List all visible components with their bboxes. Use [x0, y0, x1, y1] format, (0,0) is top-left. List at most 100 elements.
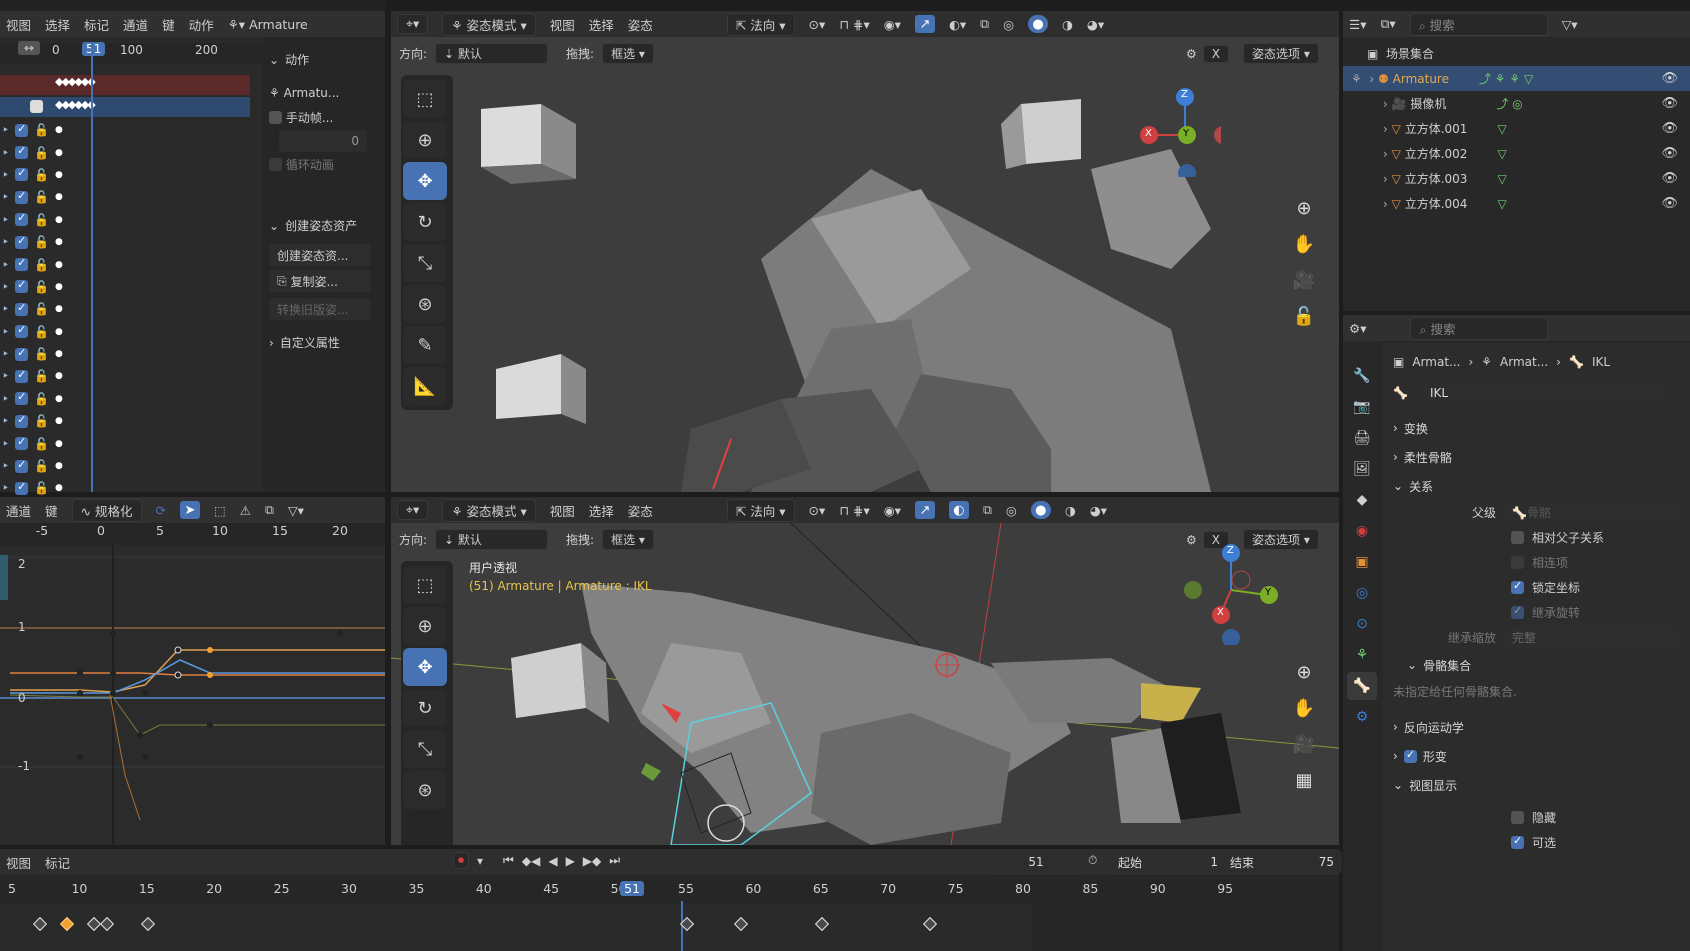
transform-tool[interactable]: ⊛ — [403, 771, 447, 809]
lock-icon[interactable]: 🔓 — [34, 258, 49, 272]
clock-icon[interactable]: ⏱ — [1088, 853, 1097, 868]
mirror-x-button[interactable]: X — [1202, 44, 1229, 63]
expand-icon[interactable]: › — [1383, 122, 1388, 136]
filter-icon[interactable]: ▽▾ — [288, 503, 304, 518]
lock-icon[interactable]: 🔓 — [34, 302, 49, 316]
shading-solid-icon[interactable]: ● — [1030, 501, 1051, 519]
lock-icon[interactable]: 🔓 — [34, 325, 49, 339]
range-toggle-icon[interactable]: ↔ — [18, 41, 41, 55]
lock-icon[interactable]: 🔓 — [1289, 301, 1319, 331]
current-frame-indicator[interactable]: 51 — [82, 42, 106, 56]
lock-icon[interactable]: 🔓 — [34, 190, 49, 204]
keyframe-dot-icon[interactable]: ● — [55, 304, 63, 314]
channel-row[interactable]: ‣🔓● — [0, 365, 250, 387]
orientation-selector[interactable]: ⇱ 法向 ▾ — [726, 12, 795, 36]
channel-checkbox[interactable] — [15, 323, 29, 339]
local-location-checkbox[interactable] — [1511, 579, 1524, 594]
channel-row[interactable]: ‣🔓● — [0, 432, 250, 454]
snap-icon[interactable]: ⊓ ⋕▾ — [839, 17, 869, 32]
outliner-item-cube[interactable]: › ▽ 立方体.002 ▽ 👁 — [1343, 141, 1690, 166]
action-section-header[interactable]: ⌄ 动作 — [269, 47, 384, 72]
scene-tab-icon[interactable]: ◆ — [1347, 486, 1377, 514]
editor-type-selector[interactable]: ⌖▾ — [397, 500, 429, 520]
channel-checkbox[interactable] — [15, 458, 29, 473]
select-box-tool[interactable]: ⬚ — [403, 566, 447, 604]
keyframe-dot-icon[interactable]: ● — [55, 349, 63, 359]
expand-icon[interactable]: › — [1383, 197, 1388, 211]
outliner-item-cube[interactable]: › ▽ 立方体.004 ▽ 👁 — [1343, 191, 1690, 216]
pose-asset-header[interactable]: ⌄ 创建姿态资产 — [269, 213, 384, 238]
current-frame-field[interactable]: 51 — [990, 851, 1082, 873]
outliner-item-camera[interactable]: › 🎥 摄像机 ⤴ ◎ 👁 — [1343, 91, 1690, 116]
snap-icon[interactable]: ⊓ ⋕▾ — [839, 503, 869, 518]
channel-row[interactable]: ‣🔓● — [0, 321, 250, 343]
play-reverse-icon[interactable]: ◀ — [548, 854, 557, 868]
shading-render-icon[interactable]: ◕▾ — [1087, 17, 1104, 32]
grid-icon[interactable]: ▦ — [1289, 765, 1319, 795]
selectable-toggle[interactable]: 可选 — [1383, 830, 1690, 855]
lock-icon[interactable]: 🔓 — [34, 123, 49, 137]
view-layer-tab-icon[interactable]: 🖼 — [1347, 455, 1377, 483]
action-armature-field[interactable]: ⚘ Armatu... — [269, 80, 384, 105]
select-box-tool[interactable]: ⬚ — [403, 80, 447, 118]
jump-end-icon[interactable]: ⏭ — [609, 853, 620, 868]
keyframe-dot-icon[interactable]: ● — [55, 461, 63, 471]
channel-row[interactable]: ‣🔓● — [0, 186, 250, 208]
display-mode-icon[interactable]: ☰▾ — [1349, 17, 1366, 32]
move-tool[interactable]: ✥ — [403, 648, 447, 686]
visibility-eye-icon[interactable]: 👁 — [1661, 71, 1678, 86]
channel-checkbox[interactable] — [15, 122, 29, 137]
properties-search-input[interactable]: ⌕ 搜索 — [1410, 316, 1549, 340]
manual-frame-value[interactable]: 0 — [279, 130, 367, 152]
auto-normalize-icon[interactable]: ⟳ — [156, 503, 166, 518]
outliner-item-cube[interactable]: › ▽ 立方体.001 ▽ 👁 — [1343, 116, 1690, 141]
copy-pose-button[interactable]: ⎘ 复制姿... — [269, 270, 371, 292]
channel-checkbox[interactable] — [15, 278, 29, 294]
channel-checkbox[interactable] — [15, 189, 29, 204]
timeline-current-frame[interactable]: 51 — [620, 881, 645, 896]
lock-icon[interactable]: 🔓 — [34, 414, 49, 428]
dopesheet-area[interactable]: ↔ 0 51 100 200 ◆◆◆◆◆◆ ◆◆◆◆◆◆ ‣🔓●‣🔓●‣🔓●‣🔓… — [0, 37, 263, 518]
gizmo-toggle-icon[interactable]: ↗ — [914, 501, 935, 519]
shading-solid-icon[interactable]: ● — [1028, 15, 1048, 33]
vp-top-menu-pose[interactable]: 姿态 — [628, 15, 653, 34]
shading-material-icon[interactable]: ◑ — [1065, 503, 1076, 518]
connected-checkbox[interactable] — [1511, 556, 1524, 569]
pan-hand-icon[interactable]: ✋ — [1289, 229, 1319, 259]
bendy-bones-section[interactable]: › 柔性骨骼 — [1383, 442, 1690, 471]
create-pose-asset-button[interactable]: 创建姿态资... — [269, 244, 371, 266]
bone-name-input[interactable]: IKL — [1421, 381, 1668, 404]
dopesheet-menu-view[interactable]: 视图 — [6, 15, 31, 34]
inherit-scale-dropdown[interactable]: 完整 — [1504, 626, 1680, 649]
vp-bottom-menu-pose[interactable]: 姿态 — [628, 501, 653, 520]
cursor-tool[interactable]: ⊕ — [403, 607, 447, 645]
deform-checkbox[interactable] — [1403, 748, 1417, 763]
vp-bottom-menu-view[interactable]: 视图 — [550, 501, 575, 520]
dopesheet-ruler[interactable]: ↔ 0 51 100 200 — [0, 41, 263, 63]
xray-icon[interactable]: ⧉ — [980, 16, 989, 32]
gizmo-toggle-icon[interactable]: ↗ — [914, 15, 935, 33]
expand-icon[interactable]: › — [1369, 72, 1374, 86]
direction-dropdown[interactable]: ⇣ 默认 — [435, 42, 549, 64]
outliner-filter-icon[interactable]: ⧉▾ — [1380, 16, 1395, 32]
relative-parent-checkbox[interactable] — [1511, 531, 1524, 544]
viewport-bottom[interactable]: 方向: ⇣ 默认 拖拽: 框选 ▾ ⚙ X 姿态选项 ▾ 用户透视 (51) A… — [391, 523, 1339, 845]
channel-row[interactable]: ‣🔓● — [0, 231, 250, 253]
channel-checkbox[interactable] — [15, 435, 29, 451]
keyframe-dot-icon[interactable]: ● — [55, 282, 63, 292]
selectable-checkbox[interactable] — [1511, 834, 1524, 849]
timeline-ruler[interactable]: 5 10 15 20 25 30 35 40 45 50 51 55 60 65 70 75 80 85 90 95 — [0, 881, 1339, 901]
channel-row[interactable]: ‣🔓● — [0, 343, 250, 365]
connected-toggle[interactable]: 相连项 — [1383, 550, 1690, 575]
cycle-checkbox[interactable] — [269, 158, 282, 171]
channel-checkbox[interactable] — [15, 301, 29, 316]
scale-tool[interactable]: ⤡ — [403, 730, 447, 768]
channel-row[interactable]: ‣🔓● — [0, 119, 250, 141]
manual-frame-toggle[interactable]: 手动帧... — [269, 105, 384, 130]
cycle-toggle[interactable]: 循环动画 — [269, 152, 384, 177]
render-tab-icon[interactable]: 📷 — [1347, 393, 1377, 421]
outliner-search-input[interactable]: ⌕ 搜索 — [1409, 12, 1548, 36]
play-icon[interactable]: ▶ — [566, 854, 575, 868]
modifier-tab-icon[interactable]: ◎ — [1347, 579, 1377, 607]
rotate-tool[interactable]: ↻ — [403, 689, 447, 727]
